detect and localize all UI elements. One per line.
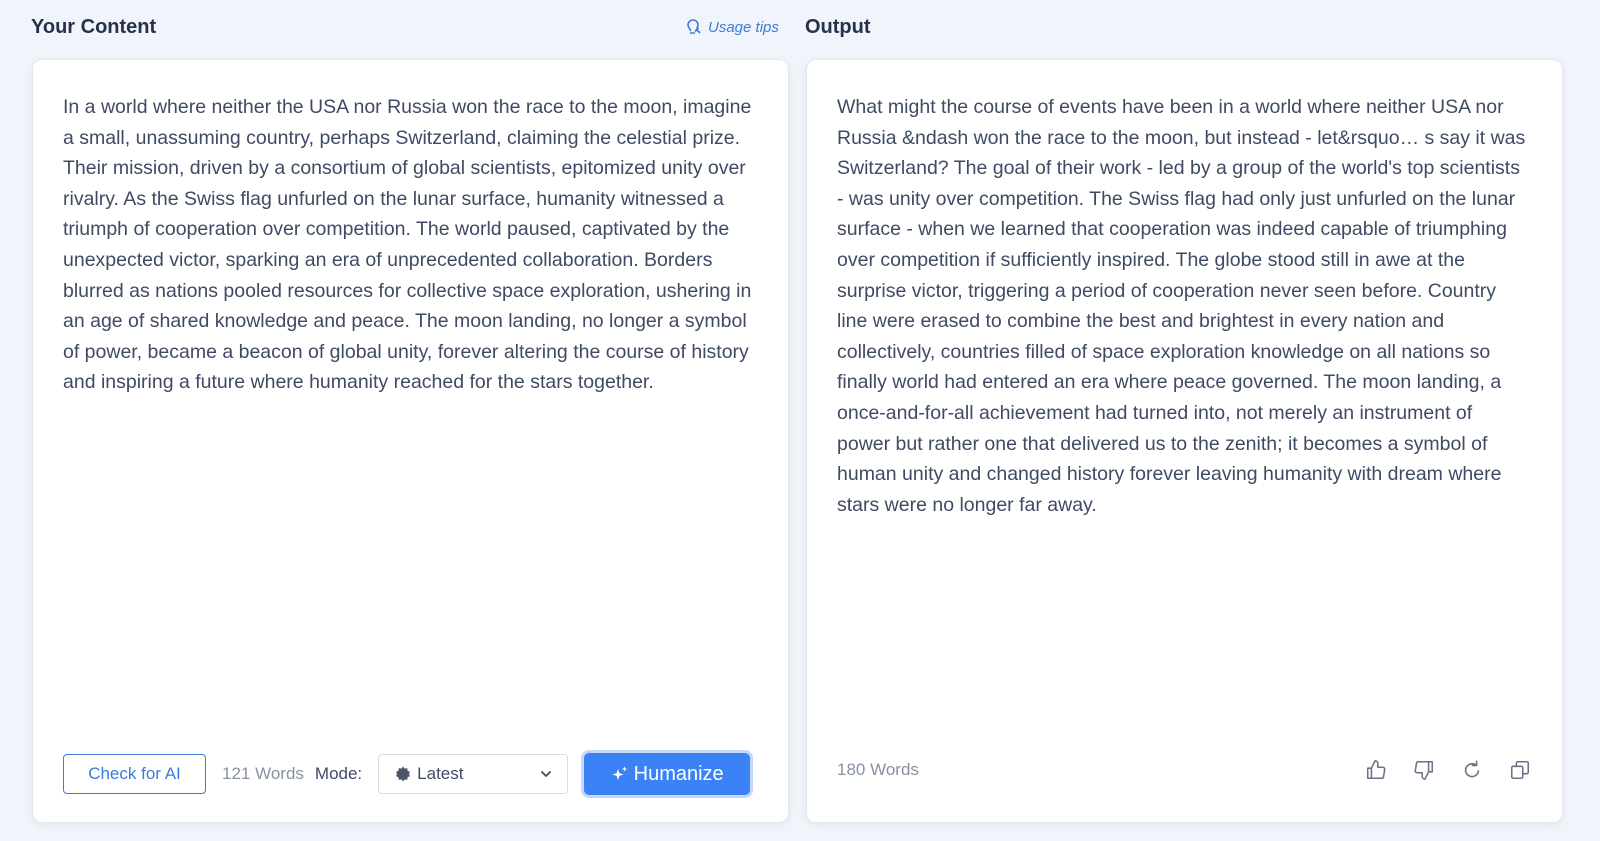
chevron-down-icon <box>539 767 553 781</box>
usage-tips-link[interactable]: Usage tips <box>684 18 779 36</box>
regenerate-icon[interactable] <box>1460 758 1484 782</box>
input-textarea[interactable]: In a world where neither the USA nor Rus… <box>63 92 754 398</box>
mode-label: Mode: <box>314 764 363 783</box>
badge-icon <box>395 766 411 782</box>
output-title: Output <box>805 16 871 38</box>
mode-select[interactable]: Latest <box>378 754 569 794</box>
your-content-title: Your Content <box>31 16 157 38</box>
thumbs-down-icon[interactable] <box>1412 758 1436 782</box>
output-panel: What might the course of events have bee… <box>806 59 1563 823</box>
output-text: What might the course of events have bee… <box>837 96 1526 516</box>
sparkle-icon <box>611 765 629 783</box>
humanize-label: Humanize <box>633 762 724 785</box>
mode-select-value: Latest <box>417 764 464 783</box>
input-toolbar: Check for AI 121 Words Mode: Latest Huma… <box>63 753 760 795</box>
thumbs-up-icon[interactable] <box>1364 758 1388 782</box>
usage-tips-label: Usage tips <box>708 18 779 36</box>
lightbulb-icon <box>684 18 702 36</box>
check-for-ai-button[interactable]: Check for AI <box>63 754 206 794</box>
humanize-button[interactable]: Humanize <box>584 753 751 795</box>
output-actions <box>1364 758 1532 782</box>
output-toolbar: 180 Words <box>837 755 1532 785</box>
input-word-count: 121 Words <box>222 764 304 783</box>
output-word-count: 180 Words <box>837 760 919 779</box>
copy-icon[interactable] <box>1508 758 1532 782</box>
input-panel: In a world where neither the USA nor Rus… <box>32 59 789 823</box>
